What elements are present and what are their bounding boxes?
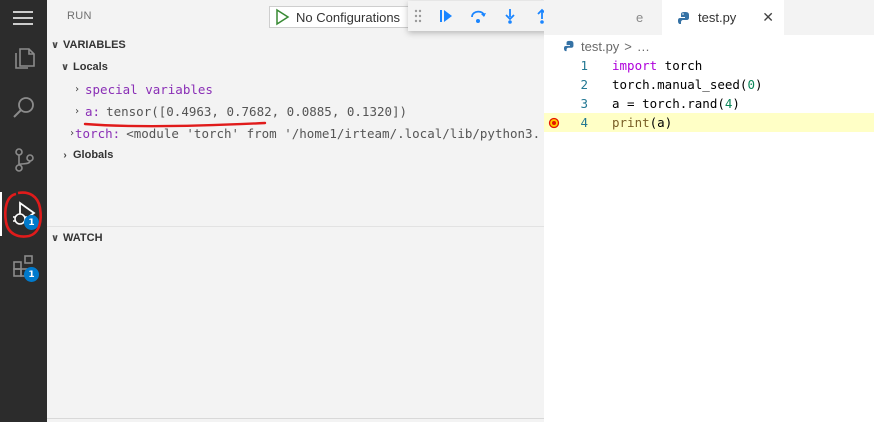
- start-debugging-icon[interactable]: [272, 7, 292, 27]
- editor-area: e test.py ✕ test.py > … 1 import torch 2…: [544, 0, 874, 422]
- files-icon: [14, 48, 35, 69]
- explorer-button[interactable]: [0, 34, 47, 82]
- step-into-button[interactable]: [494, 2, 526, 30]
- continue-icon: [440, 10, 452, 22]
- code-text: (a): [649, 115, 673, 130]
- code-text: torch.manual_seed(: [612, 77, 748, 92]
- breakpoint-current-icon[interactable]: [548, 117, 560, 129]
- watch-label: WATCH: [63, 232, 103, 244]
- line-number: 1: [580, 58, 588, 73]
- code-text: a = torch.rand(: [612, 96, 725, 111]
- source-control-icon: [14, 148, 34, 172]
- chevron-right-icon: ›: [73, 105, 81, 117]
- keyword: import: [612, 58, 658, 73]
- globals-label: Globals: [73, 149, 114, 161]
- code-line[interactable]: 2 torch.manual_seed(0): [544, 75, 874, 94]
- breadcrumb: test.py > …: [564, 37, 650, 55]
- code-line[interactable]: 1 import torch: [544, 56, 874, 75]
- locals-scope[interactable]: ∨ Locals: [57, 56, 108, 78]
- variables-section-header[interactable]: ∨ VARIABLES: [47, 34, 544, 56]
- continue-button[interactable]: [430, 2, 462, 30]
- code-text: torch: [657, 58, 703, 73]
- chevron-down-icon: ∨: [60, 61, 70, 73]
- sidebar-bottom-border: [47, 418, 544, 419]
- tab-bar: e test.py ✕: [544, 0, 874, 35]
- python-file-icon: [678, 11, 689, 24]
- watch-section-header[interactable]: ∨ WATCH: [47, 227, 544, 249]
- tab-label: e: [636, 10, 644, 25]
- breadcrumb-file[interactable]: test.py: [581, 39, 619, 54]
- variable-row-torch[interactable]: › torch: <module 'torch' from '/home1/ir…: [69, 122, 539, 144]
- variable-name: a:: [85, 103, 101, 119]
- variable-value: tensor([0.4963, 0.7682, 0.0885, 0.1320]): [106, 103, 408, 119]
- sidebar-title: RUN: [67, 10, 92, 22]
- globals-scope[interactable]: › Globals: [57, 144, 113, 166]
- annotation-circle: [4, 191, 42, 238]
- source-control-button[interactable]: [0, 136, 47, 184]
- step-into-icon: [505, 9, 515, 24]
- run-sidebar: RUN ∨ VARIABLES ∨ Locals › special varia…: [47, 0, 544, 422]
- code-line[interactable]: 3 a = torch.rand(4): [544, 94, 874, 113]
- tab-hidden-file[interactable]: e: [632, 0, 662, 35]
- variables-label: VARIABLES: [63, 39, 126, 51]
- code-text: ): [755, 77, 763, 92]
- number-literal: 0: [747, 77, 755, 92]
- variable-name: torch:: [75, 125, 121, 141]
- breadcrumb-more[interactable]: …: [637, 39, 650, 54]
- function-name: print: [612, 115, 650, 130]
- line-number: 4: [580, 115, 588, 130]
- line-content: print(a): [612, 115, 672, 130]
- line-number: 3: [580, 96, 588, 111]
- locals-label: Locals: [73, 61, 108, 73]
- special-variables-label: special variables: [85, 81, 213, 97]
- line-number: 2: [580, 77, 588, 92]
- breadcrumb-separator: >: [624, 38, 632, 54]
- code-text: ): [732, 96, 740, 111]
- configuration-label: No Configurations: [296, 9, 401, 25]
- extensions-badge: 1: [24, 267, 39, 282]
- line-content: torch.manual_seed(0): [612, 77, 763, 92]
- python-file-icon: [564, 40, 574, 52]
- close-icon[interactable]: ✕: [762, 9, 774, 26]
- drag-handle-icon[interactable]: [414, 9, 422, 23]
- chevron-right-icon: ›: [73, 83, 81, 95]
- chevron-down-icon: ∨: [50, 39, 60, 51]
- variable-value: <module 'torch' from '/home1/irteam/.loc…: [126, 125, 539, 141]
- current-code-line[interactable]: 4 print(a): [544, 113, 874, 132]
- special-variables-row[interactable]: › special variables: [69, 78, 213, 100]
- search-button[interactable]: [0, 84, 47, 132]
- step-over-icon: [471, 10, 486, 23]
- search-icon: [12, 97, 34, 118]
- extensions-button[interactable]: 1: [0, 242, 47, 290]
- tab-label: test.py: [698, 10, 737, 25]
- tab-test-py[interactable]: test.py ✕: [662, 0, 784, 35]
- activity-bar: 1 1: [0, 0, 47, 422]
- step-over-button[interactable]: [462, 2, 494, 30]
- line-content: a = torch.rand(4): [612, 96, 740, 111]
- chevron-down-icon: ∨: [50, 232, 60, 244]
- line-content: import torch: [612, 58, 702, 73]
- chevron-right-icon: ›: [63, 149, 67, 161]
- menu-icon[interactable]: [13, 11, 33, 25]
